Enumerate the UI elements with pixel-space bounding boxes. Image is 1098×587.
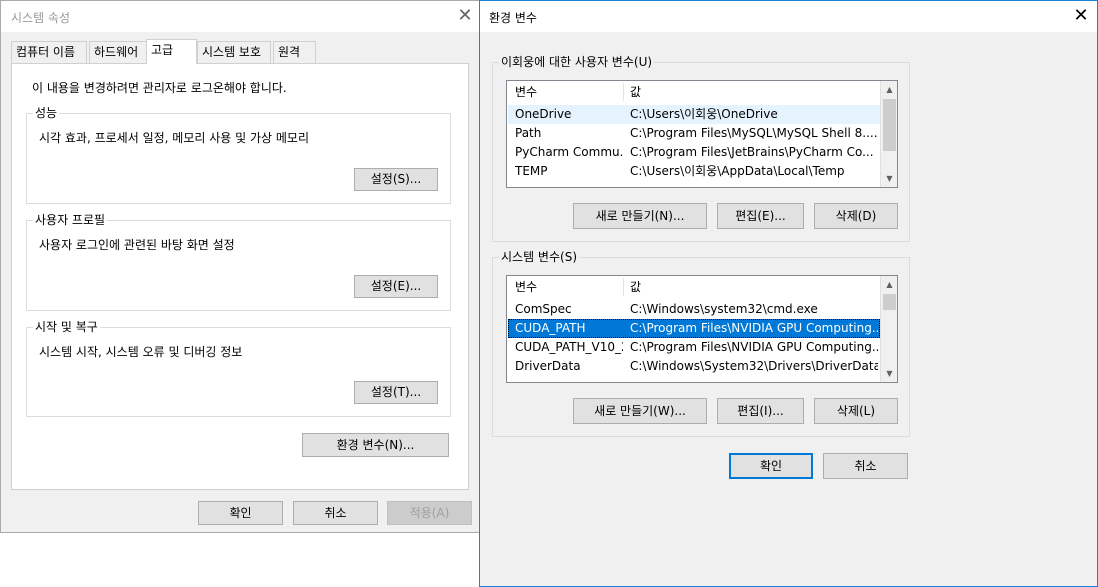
list-item[interactable]: ComSpec C:\Windows\system32\cmd.exe [508, 300, 880, 319]
system-variables-group: 시스템 변수(S) 변수 값 ComSpec C:\Windows\system… [492, 250, 910, 437]
list-item[interactable]: CUDA_PATH_V10_2 C:\Program Files\NVIDIA … [508, 338, 880, 357]
window-title: 환경 변수 [489, 11, 537, 25]
scroll-down-icon[interactable]: ▼ [881, 365, 897, 382]
tab-computer-name[interactable]: 컴퓨터 이름 [11, 41, 87, 63]
system-properties-titlebar[interactable]: 시스템 속성 ✕ [1, 1, 479, 32]
startup-recovery-label: 시작 및 복구 [33, 320, 100, 334]
env-ok-button[interactable]: 확인 [729, 453, 813, 479]
variable-value: C:\Users\이회웅\OneDrive [630, 107, 778, 121]
system-variables-label: 시스템 변수(S) [499, 250, 579, 264]
close-icon[interactable]: ✕ [1067, 5, 1095, 29]
scroll-up-icon[interactable]: ▲ [881, 276, 897, 293]
tab-panel-advanced: 이 내용을 변경하려면 관리자로 로그온해야 합니다. 성능 시각 효과, 프로… [11, 63, 469, 490]
close-icon[interactable]: ✕ [451, 5, 479, 29]
column-header-value[interactable]: 값 [630, 276, 641, 298]
variable-name: ComSpec [515, 302, 572, 316]
variable-value: C:\Windows\system32\cmd.exe [630, 302, 818, 316]
user-new-button[interactable]: 새로 만들기(N)... [573, 203, 707, 229]
tab-remote[interactable]: 원격 [273, 41, 316, 63]
system-variables-list[interactable]: 변수 값 ComSpec C:\Windows\system32\cmd.exe… [506, 275, 898, 383]
system-properties-window: 시스템 속성 ✕ 컴퓨터 이름 하드웨어 고급 시스템 보호 원격 이 내용을 … [0, 0, 480, 533]
variable-value: C:\Users\이회웅\AppData\Local\Temp [630, 164, 845, 178]
variable-name: TEMP [515, 164, 548, 178]
tab-advanced[interactable]: 고급 [146, 39, 197, 64]
admin-notice: 이 내용을 변경하려면 관리자로 로그온해야 합니다. [32, 81, 287, 95]
tab-system-protection[interactable]: 시스템 보호 [197, 41, 271, 63]
window-title: 시스템 속성 [11, 11, 71, 25]
user-variables-label: 이회웅에 대한 사용자 변수(U) [499, 55, 655, 69]
list-header: 변수 값 [507, 276, 880, 298]
ok-button[interactable]: 확인 [198, 501, 283, 525]
variable-name: PyCharm Commu... [515, 145, 623, 159]
list-item[interactable]: PyCharm Commu... C:\Program Files\JetBra… [508, 143, 880, 162]
user-profiles-settings-button[interactable]: 설정(E)... [354, 275, 438, 298]
user-variables-list[interactable]: 변수 값 OneDrive C:\Users\이회웅\OneDrive Path… [506, 80, 898, 188]
startup-recovery-settings-button[interactable]: 설정(T)... [354, 381, 438, 404]
variable-value: C:\Program Files\MySQL\MySQL Shell 8.... [630, 126, 878, 140]
user-profiles-description: 사용자 로그인에 관련된 바탕 화면 설정 [39, 238, 235, 252]
variable-name: Path [515, 126, 542, 140]
startup-recovery-description: 시스템 시작, 시스템 오류 및 디버깅 정보 [39, 345, 243, 359]
user-edit-button[interactable]: 편집(E)... [717, 203, 804, 229]
scroll-thumb[interactable] [883, 294, 896, 310]
list-item[interactable]: TEMP C:\Users\이회웅\AppData\Local\Temp [508, 162, 880, 181]
system-delete-button[interactable]: 삭제(L) [814, 398, 898, 424]
environment-variables-window: 환경 변수 ✕ 이회웅에 대한 사용자 변수(U) 변수 값 OneDrive … [479, 0, 1098, 587]
list-item[interactable]: OneDrive C:\Users\이회웅\OneDrive [508, 105, 880, 124]
variable-name: DriverData [515, 359, 581, 373]
scroll-down-icon[interactable]: ▼ [881, 170, 897, 187]
user-variables-group: 이회웅에 대한 사용자 변수(U) 변수 값 OneDrive C:\Users… [492, 55, 910, 242]
system-list-scrollbar[interactable]: ▲ ▼ [880, 276, 897, 382]
env-cancel-button[interactable]: 취소 [823, 453, 908, 479]
column-header-variable[interactable]: 변수 [515, 81, 537, 103]
variable-name: CUDA_PATH_V10_2 [515, 340, 623, 354]
performance-group: 성능 시각 효과, 프로세서 일정, 메모리 사용 및 가상 메모리 설정(S)… [26, 106, 451, 204]
list-item[interactable]: DriverData C:\Windows\System32\Drivers\D… [508, 357, 880, 376]
list-item-selected[interactable]: CUDA_PATH C:\Program Files\NVIDIA GPU Co… [508, 319, 880, 338]
performance-settings-button[interactable]: 설정(S)... [354, 168, 438, 191]
performance-label: 성능 [33, 106, 60, 120]
variable-value: C:\Program Files\JetBrains\PyCharm Co... [630, 145, 874, 159]
user-profiles-label: 사용자 프로필 [33, 213, 108, 227]
variable-value: C:\Windows\System32\Drivers\DriverData [630, 359, 878, 373]
user-list-scrollbar[interactable]: ▲ ▼ [880, 81, 897, 187]
list-header: 변수 값 [507, 81, 880, 103]
cancel-button[interactable]: 취소 [293, 501, 378, 525]
environment-variables-button[interactable]: 환경 변수(N)... [302, 433, 449, 457]
variable-name: OneDrive [515, 107, 572, 121]
system-new-button[interactable]: 새로 만들기(W)... [573, 398, 707, 424]
scroll-up-icon[interactable]: ▲ [881, 81, 897, 98]
variable-value: C:\Program Files\NVIDIA GPU Computing... [630, 321, 878, 335]
system-edit-button[interactable]: 편집(I)... [717, 398, 804, 424]
user-delete-button[interactable]: 삭제(D) [814, 203, 898, 229]
performance-description: 시각 효과, 프로세서 일정, 메모리 사용 및 가상 메모리 [39, 131, 309, 145]
environment-variables-titlebar[interactable]: 환경 변수 ✕ [480, 1, 1097, 32]
user-profiles-group: 사용자 프로필 사용자 로그인에 관련된 바탕 화면 설정 설정(E)... [26, 213, 451, 311]
variable-name: CUDA_PATH [515, 321, 586, 335]
column-header-variable[interactable]: 변수 [515, 276, 537, 298]
startup-recovery-group: 시작 및 복구 시스템 시작, 시스템 오류 및 디버깅 정보 설정(T)... [26, 320, 451, 417]
tab-hardware[interactable]: 하드웨어 [89, 41, 147, 63]
scroll-thumb[interactable] [883, 99, 896, 151]
apply-button[interactable]: 적용(A) [387, 501, 472, 525]
list-item[interactable]: Path C:\Program Files\MySQL\MySQL Shell … [508, 124, 880, 143]
variable-value: C:\Program Files\NVIDIA GPU Computing... [630, 340, 878, 354]
column-header-value[interactable]: 값 [630, 81, 641, 103]
